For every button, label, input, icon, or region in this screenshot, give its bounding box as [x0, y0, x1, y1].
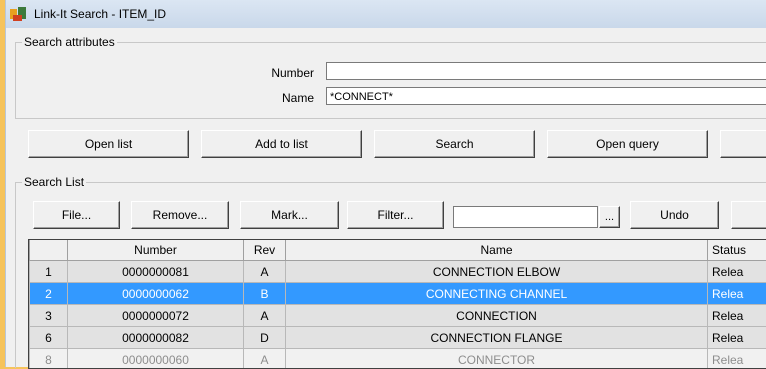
cell-name: CONNECTION ELBOW	[286, 261, 708, 283]
table-row[interactable]: 3 0000000072 A CONNECTION Relea	[30, 305, 766, 327]
open-query-button[interactable]: Open query	[547, 130, 708, 158]
cell-name: CONNECTION FLANGE	[286, 327, 708, 349]
cell-rev: A	[244, 349, 286, 369]
file-button[interactable]: File...	[33, 201, 120, 229]
table-row[interactable]: 1 0000000081 A CONNECTION ELBOW Relea	[30, 261, 766, 283]
cell-rev: A	[244, 305, 286, 327]
cell-number: 0000000072	[68, 305, 244, 327]
cell-number: 0000000081	[68, 261, 244, 283]
browse-button[interactable]: ...	[599, 206, 620, 228]
cell-rev: B	[244, 283, 286, 305]
title-bar: Link-It Search - ITEM_ID	[6, 0, 766, 28]
cell-status: Relea	[708, 305, 766, 327]
cell-rev: A	[244, 261, 286, 283]
search-list-legend: Search List	[22, 175, 86, 189]
window-title: Link-It Search - ITEM_ID	[34, 7, 166, 21]
column-header-number[interactable]: Number	[68, 240, 244, 261]
cell-status: Relea	[708, 327, 766, 349]
cell-rev: D	[244, 327, 286, 349]
cell-name: CONNECTING CHANNEL	[286, 283, 708, 305]
number-label: Number	[246, 66, 314, 80]
search-list-table: Number Rev Name Status 1 0000000081 A CO…	[29, 240, 766, 369]
column-header-index[interactable]	[30, 240, 68, 261]
mark-button[interactable]: Mark...	[240, 201, 339, 229]
cell-number: 0000000062	[68, 283, 244, 305]
search-attributes-group: Search attributes	[15, 42, 766, 119]
overflow-button[interactable]	[731, 201, 766, 229]
table-row[interactable]: 8 0000000060 A CONNECTOR Relea	[30, 349, 766, 369]
column-header-status[interactable]: Status	[708, 240, 766, 261]
open-list-button[interactable]: Open list	[28, 130, 189, 158]
cell-name: CONNECTOR	[286, 349, 708, 369]
table-row-selected[interactable]: 2 0000000062 B CONNECTING CHANNEL Relea	[30, 283, 766, 305]
cell-name: CONNECTION	[286, 305, 708, 327]
search-list-grid[interactable]: Number Rev Name Status 1 0000000081 A CO…	[28, 239, 766, 369]
column-header-rev[interactable]: Rev	[244, 240, 286, 261]
app-icon	[10, 7, 26, 21]
row-index: 1	[30, 261, 68, 283]
row-index: 2	[30, 283, 68, 305]
link-it-search-window: Link-It Search - ITEM_ID Search attribut…	[5, 0, 766, 367]
row-index: 8	[30, 349, 68, 369]
filter-input[interactable]	[453, 206, 598, 228]
row-index: 6	[30, 327, 68, 349]
cell-number: 0000000082	[68, 327, 244, 349]
remove-button[interactable]: Remove...	[131, 201, 229, 229]
search-attributes-legend: Search attributes	[22, 35, 117, 49]
cell-status: Relea	[708, 349, 766, 369]
cell-status: Relea	[708, 283, 766, 305]
cell-number: 0000000060	[68, 349, 244, 369]
search-button[interactable]: Search	[374, 130, 535, 158]
column-header-name[interactable]: Name	[286, 240, 708, 261]
add-to-list-button[interactable]: Add to list	[201, 130, 362, 158]
extra-action-button[interactable]	[720, 130, 766, 158]
undo-button[interactable]: Undo	[630, 201, 719, 229]
name-input[interactable]: *CONNECT*	[326, 87, 766, 105]
filter-button[interactable]: Filter...	[347, 201, 444, 229]
cell-status: Relea	[708, 261, 766, 283]
table-row[interactable]: 6 0000000082 D CONNECTION FLANGE Relea	[30, 327, 766, 349]
name-label: Name	[246, 91, 314, 105]
row-index: 3	[30, 305, 68, 327]
number-input[interactable]	[326, 62, 766, 80]
table-header-row: Number Rev Name Status	[30, 240, 766, 261]
